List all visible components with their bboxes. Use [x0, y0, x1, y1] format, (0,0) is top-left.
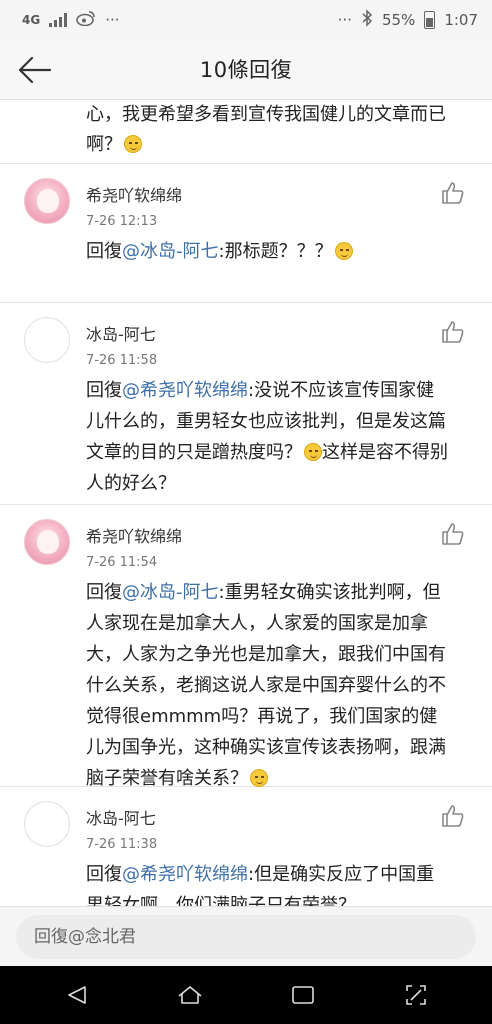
comment-username[interactable]: 希尧吖软绵绵: [86, 182, 182, 206]
back-arrow-icon: [18, 56, 52, 84]
nav-home-button[interactable]: [170, 975, 210, 1015]
thumbs-up-icon: [442, 523, 464, 545]
comment-body: 回復@冰岛-阿七:重男轻女确实该批判啊，但人家现在是加拿大人，人家爱的国家是加拿…: [86, 577, 452, 794]
comment-item: 希尧吖软绵绵 7-26 12:13 回復@冰岛-阿七:那标题？？？: [0, 164, 492, 303]
more-status-icons: ···: [337, 11, 352, 29]
system-nav-bar: [0, 966, 492, 1024]
thumbs-up-icon: [442, 805, 464, 827]
nav-back-icon: [67, 986, 86, 1004]
comment-body: 回復@希尧吖软绵绵:但是确实反应了中国重男轻女啊，你们满脑子只有荣誉？: [86, 859, 452, 906]
comment-time: 7-26 11:58: [86, 353, 158, 368]
shush-emoji-icon: [334, 242, 353, 260]
header: 10條回復: [0, 40, 492, 100]
comment-time: 7-26 11:38: [86, 837, 158, 852]
comment-item: 希尧吖软绵绵 7-26 11:54 回復@冰岛-阿七:重男轻女确实该批判啊，但人…: [0, 505, 492, 789]
reply-prefix: 回復: [86, 241, 122, 262]
page-title: 10條回復: [199, 58, 293, 82]
comment-item: 冰岛-阿七 7-26 11:58 回復@希尧吖软绵绵:没说不应该宣传国家健儿什么…: [0, 303, 492, 505]
comment-username[interactable]: 冰岛-阿七: [86, 805, 156, 829]
status-bar: 4G ··· ··· 55% 1:07: [0, 0, 492, 40]
nav-screenshot-button[interactable]: [396, 975, 436, 1015]
smile-emoji-icon: [124, 135, 142, 153]
reply-prefix: 回復: [86, 582, 122, 603]
mention-link[interactable]: @冰岛-阿七: [122, 582, 219, 603]
comment-feed[interactable]: 心，我更希望多看到宣传我国健儿的文章而已 啊？ 希尧吖软绵绵 7-26 12:1…: [0, 100, 492, 906]
signal-icon: [49, 13, 68, 27]
mention-link[interactable]: @冰岛-阿七: [122, 241, 219, 262]
nav-screenshot-icon: [405, 985, 426, 1005]
more-notifications: ···: [105, 11, 120, 29]
comment-username[interactable]: 冰岛-阿七: [86, 321, 156, 345]
avatar[interactable]: [24, 519, 70, 565]
nav-back-button[interactable]: [57, 975, 97, 1015]
like-button[interactable]: [440, 521, 466, 547]
avatar[interactable]: [24, 178, 70, 224]
comment-text: :那标题？？？: [218, 241, 333, 262]
smile-emoji-icon: [304, 443, 322, 461]
nav-home-icon: [177, 986, 202, 1004]
reply-prefix: 回復: [86, 864, 122, 885]
status-right: ··· 55% 1:07: [338, 9, 478, 31]
avatar[interactable]: [24, 801, 70, 847]
battery-icon: [424, 11, 436, 29]
comment-text: :重男轻女确实该批判啊，但人家现在是加拿大人，人家爱的国家是加拿大，人家为之争光…: [86, 582, 446, 789]
comment-item: 冰岛-阿七 7-26 11:38 回復@希尧吖软绵绵:但是确实反应了中国重男轻女…: [0, 787, 492, 906]
reply-bar: [0, 906, 492, 966]
network-type: 4G: [22, 13, 41, 27]
partial-comment-line2: 啊？: [86, 134, 122, 155]
reply-prefix: 回復: [86, 380, 122, 401]
weibo-icon: [76, 10, 96, 30]
battery-percent: 55%: [381, 11, 416, 29]
nav-recents-icon: [291, 986, 314, 1004]
like-button[interactable]: [440, 319, 466, 345]
like-button[interactable]: [440, 180, 466, 206]
mention-link[interactable]: @希尧吖软绵绵: [122, 380, 248, 401]
nav-recents-button[interactable]: [283, 975, 323, 1015]
comment-body: 回復@冰岛-阿七:那标题？？？: [86, 236, 452, 267]
bluetooth-icon: [361, 9, 373, 31]
comment-body: 回復@希尧吖软绵绵:没说不应该宣传国家健儿什么的，重男轻女也应该批判，但是发这篇…: [86, 375, 452, 499]
reply-input[interactable]: [16, 915, 476, 959]
thinking-emoji-icon: [250, 769, 268, 787]
partial-comment: 心，我更希望多看到宣传我国健儿的文章而已 啊？: [0, 100, 492, 164]
back-button[interactable]: [14, 52, 58, 88]
avatar[interactable]: [24, 317, 70, 363]
thumbs-up-icon: [442, 182, 464, 204]
comment-time: 7-26 11:54: [86, 555, 158, 570]
partial-comment-line1: 心，我更希望多看到宣传我国健儿的文章而已: [86, 104, 446, 125]
comment-username[interactable]: 希尧吖软绵绵: [86, 523, 182, 547]
mention-link[interactable]: @希尧吖软绵绵: [122, 864, 248, 885]
thumbs-up-icon: [442, 321, 464, 343]
status-left: 4G ···: [22, 10, 120, 30]
like-button[interactable]: [440, 803, 466, 829]
clock: 1:07: [444, 11, 478, 29]
comment-time: 7-26 12:13: [86, 214, 158, 229]
